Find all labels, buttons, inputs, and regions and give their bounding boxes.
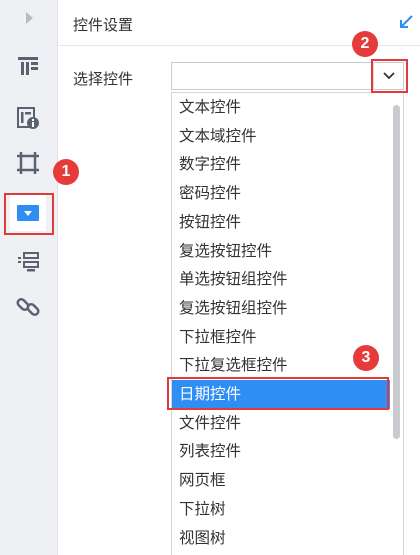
list-layout-button[interactable] bbox=[10, 243, 46, 279]
left-icon-rail bbox=[0, 0, 58, 555]
dropdown-option[interactable]: 复选按钮控件 bbox=[172, 237, 390, 266]
step-badge-1: 1 bbox=[53, 159, 79, 185]
widget-settings-panel: 控件设置 选择控件 文本控件 文本域控件 数字控件 密码控件 按钮控件 复选按钮… bbox=[58, 0, 420, 555]
link-icon bbox=[16, 297, 40, 317]
step-badge-2: 2 bbox=[352, 31, 378, 57]
chevron-down-icon bbox=[383, 72, 395, 80]
list-layout-icon bbox=[18, 252, 39, 272]
dropdown-option[interactable]: 按钮控件 bbox=[172, 208, 390, 237]
dropdown-option[interactable]: 视图树 bbox=[172, 524, 390, 553]
select-widget-label: 选择控件 bbox=[73, 70, 134, 88]
dropdown-option[interactable]: 密码控件 bbox=[172, 179, 390, 208]
dropdown-option[interactable]: 文本域控件 bbox=[172, 122, 390, 151]
canvas-crop-button[interactable] bbox=[10, 145, 46, 181]
dropdown-option-date-selected[interactable]: 日期控件 bbox=[172, 380, 390, 409]
link-button[interactable] bbox=[10, 289, 46, 325]
dropdown-option[interactable]: 复选按钮组控件 bbox=[172, 294, 390, 323]
dropdown-option[interactable]: 单选按钮组控件 bbox=[172, 265, 390, 294]
dropdown-widget-icon bbox=[17, 205, 39, 221]
collapse-arrow-icon[interactable] bbox=[22, 10, 36, 26]
dropdown-option[interactable]: 文件控件 bbox=[172, 409, 390, 438]
widget-info-button[interactable] bbox=[10, 100, 46, 136]
widget-type-dropdown-list: 文本控件 文本域控件 数字控件 密码控件 按钮控件 复选按钮控件 单选按钮组控件… bbox=[171, 92, 404, 555]
widget-info-icon bbox=[17, 107, 39, 129]
dropdown-option[interactable]: 列表控件 bbox=[172, 437, 390, 466]
widget-type-dropdown-toggle[interactable] bbox=[373, 62, 404, 90]
dropdown-option[interactable]: 下拉树 bbox=[172, 495, 390, 524]
dropdown-option[interactable]: 网页框 bbox=[172, 466, 390, 495]
dropdown-widget-button[interactable] bbox=[10, 195, 46, 231]
dropdown-scrollbar[interactable] bbox=[393, 105, 400, 439]
widget-type-select[interactable] bbox=[171, 62, 404, 90]
form-layout-button[interactable] bbox=[10, 48, 46, 84]
shrink-panel-icon[interactable] bbox=[398, 14, 414, 30]
dropdown-option[interactable]: 数字控件 bbox=[172, 150, 390, 179]
form-layout-icon bbox=[18, 57, 38, 75]
panel-title: 控件设置 bbox=[73, 16, 134, 34]
canvas-crop-icon bbox=[17, 152, 39, 174]
dropdown-option[interactable]: 文本控件 bbox=[172, 93, 390, 122]
step-badge-3: 3 bbox=[353, 345, 379, 371]
